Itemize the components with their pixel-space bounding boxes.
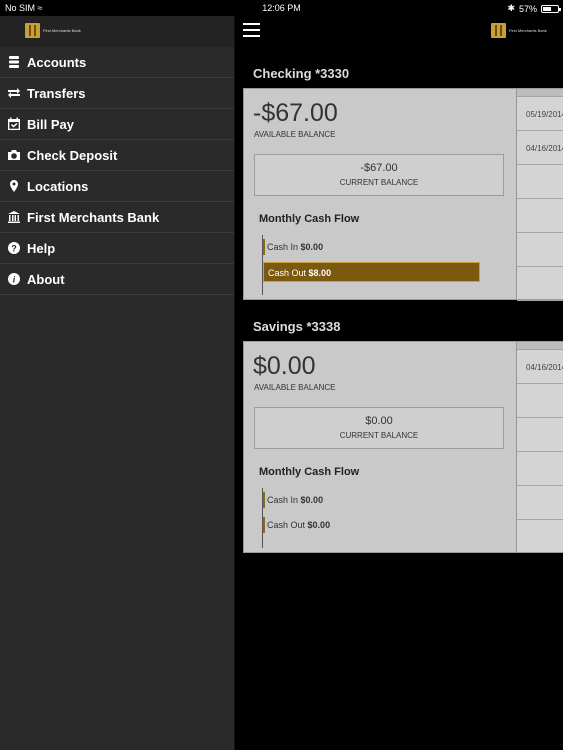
transactions-header <box>517 342 563 350</box>
sidebar-item-label: First Merchants Bank <box>27 209 160 225</box>
sidebar-item-label: Check Deposit <box>27 147 118 163</box>
account-card-checking[interactable]: -$67.00 AVAILABLE BALANCE -$67.00 CURREN… <box>243 88 563 301</box>
calendar-check-icon <box>7 117 21 131</box>
transfer-arrows-icon <box>7 86 21 100</box>
camera-icon <box>7 148 21 162</box>
svg-text:?: ? <box>11 244 17 254</box>
account-summary: -$67.00 AVAILABLE BALANCE -$67.00 CURREN… <box>244 89 516 299</box>
bank-icon <box>7 210 21 224</box>
sidebar-item-accounts[interactable]: Accounts <box>0 47 234 78</box>
cash-in-bar: Cash In $0.00 <box>263 237 323 257</box>
sidebar-item-transfers[interactable]: Transfers <box>0 78 234 109</box>
clock: 12:06 PM <box>262 3 301 13</box>
monthly-cash-flow-title: Monthly Cash Flow <box>259 466 360 478</box>
account-summary: $0.00 AVAILABLE BALANCE $0.00 CURRENT BA… <box>244 342 516 552</box>
menu-list: Accounts Transfers Bill Pay Check Deposit Lo… <box>0 47 234 295</box>
transactions-list: 04/16/2014 <box>516 342 563 552</box>
transaction-date: 05/19/2014 <box>526 110 563 119</box>
transaction-row[interactable]: 04/16/2014 <box>517 350 563 384</box>
cash-out-bar: Cash Out $8.00 <box>263 262 480 282</box>
sidebar-item-label: Help <box>27 240 56 256</box>
info-icon: i <box>7 272 21 286</box>
current-balance-label: CURRENT BALANCE <box>339 431 419 440</box>
sidebar-item-about[interactable]: i About <box>0 264 234 295</box>
cash-out-value: $0.00 <box>307 520 331 530</box>
map-pin-icon <box>7 179 21 193</box>
hamburger-menu-icon[interactable] <box>243 23 260 37</box>
bluetooth-icon: ✱ <box>507 3 515 13</box>
cash-out-label: Cash Out <box>267 520 306 530</box>
transaction-row[interactable] <box>517 384 563 418</box>
transaction-row[interactable] <box>517 267 563 301</box>
transactions-rows: 04/16/2014 <box>517 350 563 520</box>
cash-in-value: $0.00 <box>300 495 324 505</box>
cash-out-value: $8.00 <box>308 268 332 278</box>
transaction-row[interactable] <box>517 452 563 486</box>
battery-status: ✱ 57% <box>507 3 561 14</box>
cash-in-label: Cash In <box>267 495 299 505</box>
cash-out-label: Cash Out <box>268 268 307 278</box>
help-icon: ? <box>7 241 21 255</box>
sidebar-item-label: Bill Pay <box>27 116 74 132</box>
brand-logo-header: First Merchants Bank <box>491 23 547 38</box>
account-title-checking[interactable]: Checking *3330 <box>253 66 349 81</box>
transaction-date: 04/16/2014 <box>526 363 563 372</box>
accounts-icon <box>7 55 21 69</box>
cash-in-marker <box>263 239 265 255</box>
current-balance-box: $0.00 CURRENT BALANCE <box>254 407 504 449</box>
sidebar-item-help[interactable]: ? Help <box>0 233 234 264</box>
brand-logo: First Merchants Bank <box>25 23 81 38</box>
cash-in-marker <box>263 492 265 508</box>
cash-in-bar: Cash In $0.00 <box>263 490 323 510</box>
accounts-panel: Checking *3330 -$67.00 AVAILABLE BALANCE… <box>235 47 563 750</box>
sidebar-item-bill-pay[interactable]: Bill Pay <box>0 109 234 140</box>
current-balance-amount: $0.00 <box>365 415 393 427</box>
battery-percent: 57% <box>518 3 537 14</box>
battery-icon <box>541 4 561 13</box>
sidebar-item-label: About <box>27 271 65 287</box>
sidebar-item-label: Locations <box>27 178 89 194</box>
brand-logo-mark <box>25 23 40 38</box>
available-balance-label: AVAILABLE BALANCE <box>254 383 336 392</box>
transaction-row[interactable] <box>517 233 563 267</box>
cash-in-value: $0.00 <box>300 242 324 252</box>
available-balance-label: AVAILABLE BALANCE <box>254 130 336 139</box>
sidebar-logo-bar: First Merchants Bank <box>0 16 234 47</box>
transaction-row[interactable] <box>517 165 563 199</box>
current-balance-label: CURRENT BALANCE <box>339 178 419 187</box>
account-card-savings[interactable]: $0.00 AVAILABLE BALANCE $0.00 CURRENT BA… <box>243 341 563 553</box>
transaction-date: 04/16/2014 <box>526 144 563 153</box>
sidebar-item-label: Accounts <box>27 54 87 70</box>
sidebar-item-label: Transfers <box>27 85 86 101</box>
monthly-cash-flow-title: Monthly Cash Flow <box>259 213 360 225</box>
current-balance-amount: -$67.00 <box>360 162 398 174</box>
cash-out-bar: Cash Out $0.00 <box>263 515 330 535</box>
current-balance-box: -$67.00 CURRENT BALANCE <box>254 154 504 196</box>
brand-logo-text: First Merchants Bank <box>509 28 547 33</box>
available-balance-amount: -$67.00 <box>253 99 338 127</box>
transaction-row[interactable] <box>517 199 563 233</box>
transactions-rows: 05/19/2014 04/16/2014 <box>517 97 563 301</box>
cash-out-marker <box>263 517 265 533</box>
available-balance-amount: $0.00 <box>253 352 316 380</box>
cash-in-label: Cash In <box>267 242 299 252</box>
account-title-savings[interactable]: Savings *3338 <box>253 319 340 334</box>
transaction-row[interactable] <box>517 486 563 520</box>
brand-logo-text: First Merchants Bank <box>43 28 81 33</box>
sidebar-item-first-merchants-bank[interactable]: First Merchants Bank <box>0 202 234 233</box>
transaction-row[interactable]: 05/19/2014 <box>517 97 563 131</box>
side-menu: First Merchants Bank Accounts Transfers Bi… <box>0 16 235 750</box>
transactions-list: 05/19/2014 04/16/2014 <box>516 89 563 301</box>
transaction-row[interactable]: 04/16/2014 <box>517 131 563 165</box>
transaction-row[interactable] <box>517 418 563 452</box>
sidebar-item-locations[interactable]: Locations <box>0 171 234 202</box>
brand-logo-mark <box>491 23 506 38</box>
status-bar: No SIM ≈ 12:06 PM ✱ 57% <box>0 0 563 16</box>
sidebar-item-check-deposit[interactable]: Check Deposit <box>0 140 234 171</box>
top-nav-bar: First Merchants Bank <box>235 16 563 47</box>
transactions-header <box>517 89 563 97</box>
